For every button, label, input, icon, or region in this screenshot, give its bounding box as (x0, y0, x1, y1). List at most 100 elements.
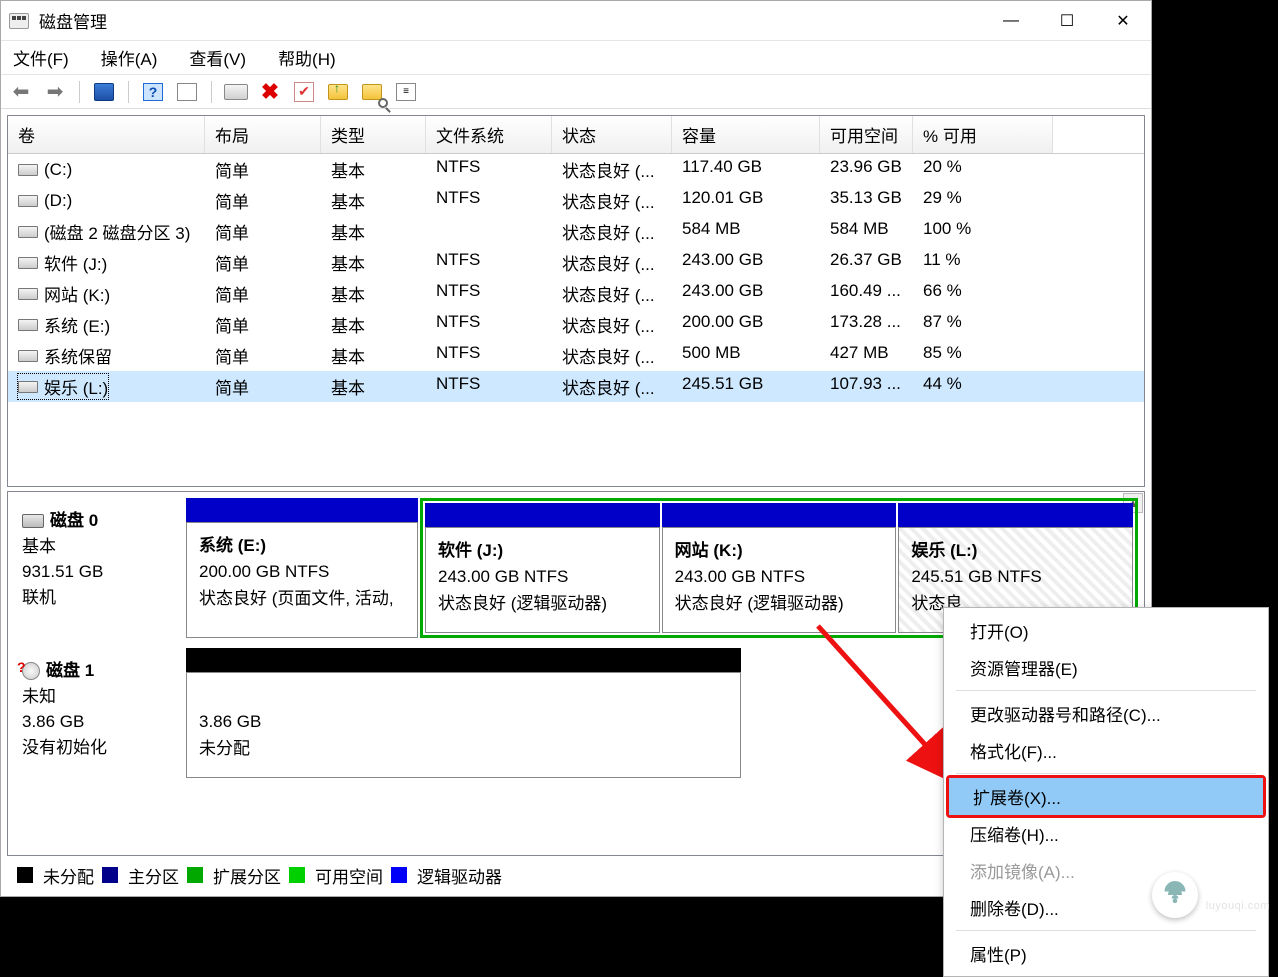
watermark-subtext: luyouqi.com (1206, 900, 1270, 912)
volume-fs: NTFS (426, 278, 552, 309)
partition-size: 200.00 GB NTFS (199, 562, 329, 581)
ctx-explorer[interactable]: 资源管理器(E) (946, 649, 1266, 686)
volume-type: 基本 (321, 371, 426, 402)
folder-search-icon[interactable] (360, 80, 384, 104)
column-filesystem[interactable]: 文件系统 (426, 116, 552, 153)
menu-view[interactable]: 查看(V) (185, 43, 250, 72)
volume-type: 基本 (321, 154, 426, 185)
partition-header (425, 503, 660, 527)
panel-icon[interactable] (175, 80, 199, 104)
volume-row[interactable]: (D:)简单基本NTFS状态良好 (...120.01 GB35.13 GB29… (8, 185, 1144, 216)
menu-file[interactable]: 文件(F) (9, 43, 73, 72)
volume-name: 系统保留 (44, 343, 112, 368)
disk-0-type: 基本 (22, 534, 178, 560)
volume-layout: 简单 (205, 278, 321, 309)
delete-icon[interactable]: ✖ (258, 80, 282, 104)
volume-icon (18, 257, 38, 269)
partition-unallocated[interactable]: 3.86 GB 未分配 (186, 648, 741, 778)
folder-up-icon[interactable]: ↑ (326, 80, 350, 104)
drive-icon[interactable] (224, 80, 248, 104)
volume-layout: 简单 (205, 154, 321, 185)
volume-name: (D:) (44, 191, 72, 211)
volume-fs: NTFS (426, 340, 552, 371)
volume-row[interactable]: (C:)简单基本NTFS状态良好 (...117.40 GB23.96 GB20… (8, 154, 1144, 185)
check-icon[interactable]: ✔ (292, 80, 316, 104)
volume-row[interactable]: 系统保留简单基本NTFS状态良好 (...500 MB427 MB85 % (8, 340, 1144, 371)
volume-percent: 20 % (913, 154, 1053, 185)
forward-icon[interactable]: ➡ (43, 80, 67, 104)
legend-unallocated-swatch (17, 867, 33, 883)
volume-type: 基本 (321, 278, 426, 309)
disk-0-info[interactable]: 磁盘 0 基本 931.51 GB 联机 (14, 498, 186, 638)
volume-layout: 简单 (205, 340, 321, 371)
watermark-icon (1152, 872, 1198, 918)
legend-extended-swatch (187, 867, 203, 883)
partition-status: 状态良好 (逻辑驱动器) (675, 594, 844, 613)
volume-percent: 44 % (913, 371, 1053, 402)
column-volume[interactable]: 卷 (8, 116, 205, 153)
show-hide-console-icon[interactable] (92, 80, 116, 104)
partition-size: 3.86 GB (199, 712, 261, 731)
partition-software-j[interactable]: 软件 (J:) 243.00 GB NTFS 状态良好 (逻辑驱动器) (425, 503, 660, 633)
partition-header (898, 503, 1133, 527)
volume-status: 状态良好 (... (552, 309, 672, 340)
volume-row[interactable]: 系统 (E:)简单基本NTFS状态良好 (...200.00 GB173.28 … (8, 309, 1144, 340)
partition-website-k[interactable]: 网站 (K:) 243.00 GB NTFS 状态良好 (逻辑驱动器) (662, 503, 897, 633)
partition-system-e[interactable]: 系统 (E:) 200.00 GB NTFS 状态良好 (页面文件, 活动, (186, 498, 418, 638)
volume-row[interactable]: (磁盘 2 磁盘分区 3)简单基本状态良好 (...584 MB584 MB10… (8, 216, 1144, 247)
volume-fs: NTFS (426, 371, 552, 402)
separator (79, 81, 80, 103)
volume-icon (18, 288, 38, 300)
volume-row[interactable]: 娱乐 (L:)简单基本NTFS状态良好 (...245.51 GB107.93 … (8, 371, 1144, 402)
back-icon[interactable]: ⬅ (9, 80, 33, 104)
column-capacity[interactable]: 容量 (672, 116, 820, 153)
ctx-shrink-volume[interactable]: 压缩卷(H)... (946, 815, 1266, 852)
ctx-separator (956, 690, 1256, 691)
partition-label: 网站 (K:) (675, 541, 743, 560)
toolbar: ⬅ ➡ ? ✖ ✔ ↑ ≡ (1, 75, 1151, 109)
volume-layout: 简单 (205, 309, 321, 340)
disk-1-info[interactable]: 磁盘 1 未知 3.86 GB 没有初始化 (14, 648, 186, 778)
volume-icon (18, 319, 38, 331)
menu-help[interactable]: 帮助(H) (274, 43, 340, 72)
volume-row[interactable]: 网站 (K:)简单基本NTFS状态良好 (...243.00 GB160.49 … (8, 278, 1144, 309)
column-type[interactable]: 类型 (321, 116, 426, 153)
volume-layout: 简单 (205, 216, 321, 247)
partition-status: 状态良好 (逻辑驱动器) (438, 594, 607, 613)
column-free[interactable]: 可用空间 (820, 116, 913, 153)
menu-bar: 文件(F) 操作(A) 查看(V) 帮助(H) (1, 41, 1151, 75)
volume-icon (18, 164, 38, 176)
minimize-button[interactable]: — (983, 1, 1039, 41)
volume-capacity: 243.00 GB (672, 278, 820, 309)
menu-action[interactable]: 操作(A) (97, 43, 162, 72)
column-layout[interactable]: 布局 (205, 116, 321, 153)
partition-status: 未分配 (199, 739, 250, 758)
help-icon[interactable]: ? (141, 80, 165, 104)
ctx-change-letter[interactable]: 更改驱动器号和路径(C)... (946, 695, 1266, 732)
ctx-separator (956, 773, 1256, 774)
disk-1-name: 磁盘 1 (46, 658, 94, 684)
close-button[interactable]: ✕ (1095, 1, 1151, 41)
partition-header (186, 648, 741, 672)
volume-capacity: 243.00 GB (672, 247, 820, 278)
volume-row[interactable]: 软件 (J:)简单基本NTFS状态良好 (...243.00 GB26.37 G… (8, 247, 1144, 278)
title-bar: 磁盘管理 — ☐ ✕ (1, 1, 1151, 41)
ctx-format[interactable]: 格式化(F)... (946, 732, 1266, 769)
disk-1-status: 没有初始化 (22, 735, 178, 761)
maximize-button[interactable]: ☐ (1039, 1, 1095, 41)
volume-list[interactable]: 卷 布局 类型 文件系统 状态 容量 可用空间 % 可用 (C:)简单基本NTF… (7, 115, 1145, 487)
volume-icon (18, 381, 38, 393)
partition-size: 243.00 GB NTFS (438, 567, 568, 586)
ctx-separator (956, 930, 1256, 931)
volume-name: 系统 (E:) (44, 312, 110, 337)
watermark: 路由器 luyouqi.com (1152, 872, 1270, 918)
ctx-properties[interactable]: 属性(P) (946, 935, 1266, 972)
ctx-open[interactable]: 打开(O) (946, 612, 1266, 649)
column-percent[interactable]: % 可用 (913, 116, 1053, 153)
volume-fs: NTFS (426, 309, 552, 340)
separator (128, 81, 129, 103)
column-status[interactable]: 状态 (552, 116, 672, 153)
properties-icon[interactable]: ≡ (394, 80, 418, 104)
ctx-extend-volume[interactable]: 扩展卷(X)... (949, 778, 1263, 815)
volume-icon (18, 226, 38, 238)
